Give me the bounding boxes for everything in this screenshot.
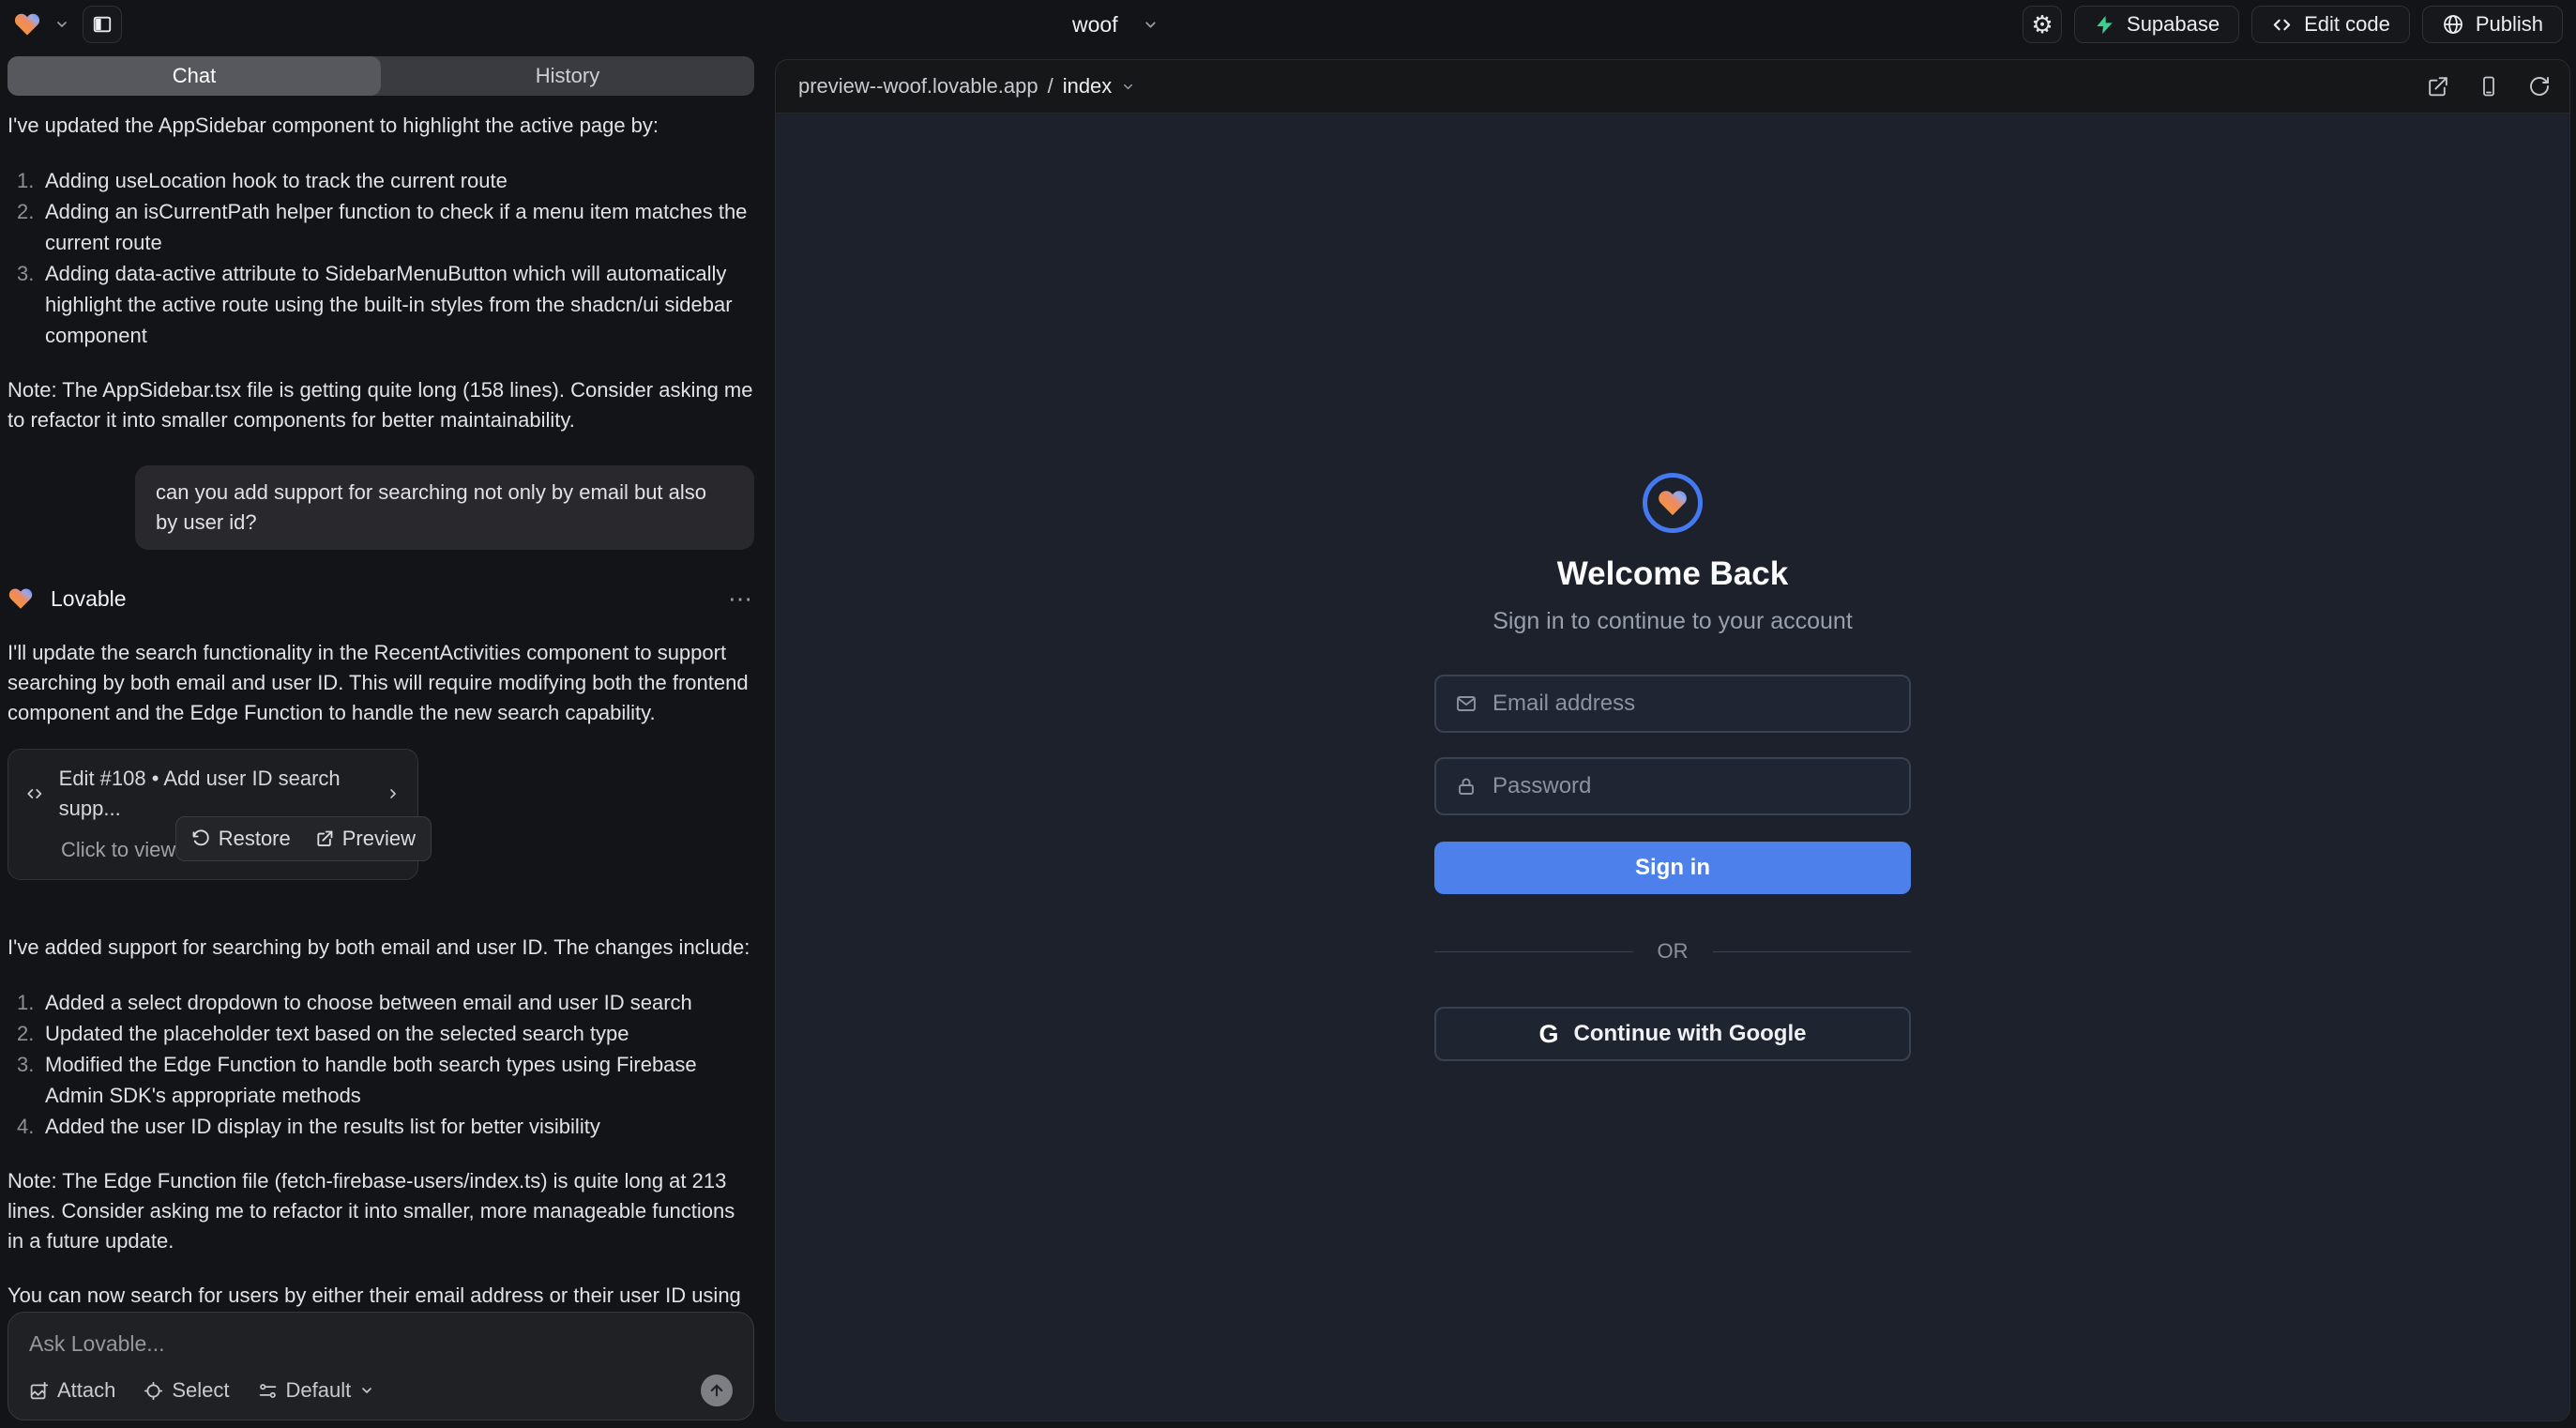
restore-icon bbox=[191, 829, 210, 848]
or-label: OR bbox=[1633, 939, 1713, 964]
user-message-bubble: can you add support for searching not on… bbox=[135, 465, 754, 550]
sidebar-toggle-button[interactable] bbox=[83, 6, 122, 43]
app-logo-ring bbox=[1643, 473, 1703, 533]
welcome-subtitle: Sign in to continue to your account bbox=[1493, 608, 1853, 635]
panel-left-icon bbox=[92, 14, 113, 35]
google-g-icon: G bbox=[1539, 1020, 1559, 1049]
lock-icon bbox=[1455, 775, 1477, 798]
project-chevron-down-icon bbox=[1143, 17, 1159, 33]
preview-header: preview--woof.lovable.app / index bbox=[776, 60, 2569, 114]
assistant-message-intro: I've updated the AppSidebar component to… bbox=[8, 111, 754, 141]
sliders-icon bbox=[258, 1381, 278, 1401]
edit-card-actions: Restore Preview bbox=[175, 816, 432, 861]
signin-button[interactable]: Sign in bbox=[1434, 842, 1911, 894]
list-item: Updated the placeholder text based on th… bbox=[8, 1018, 754, 1049]
edit-code-button[interactable]: Edit code bbox=[2251, 6, 2410, 43]
message-menu-ellipsis-icon[interactable]: ⋯ bbox=[728, 584, 754, 614]
preview-page: index bbox=[1063, 74, 1113, 99]
project-switcher[interactable]: woof bbox=[1072, 0, 1159, 49]
attach-button[interactable]: Attach bbox=[29, 1378, 115, 1403]
preview-panel: preview--woof.lovable.app / index bbox=[775, 59, 2570, 1421]
restore-button[interactable]: Restore bbox=[191, 824, 291, 854]
refresh-icon[interactable] bbox=[2528, 75, 2551, 98]
mobile-view-icon[interactable] bbox=[2478, 75, 2500, 98]
select-target-icon bbox=[144, 1381, 163, 1401]
list-item: Added the user ID display in the results… bbox=[8, 1111, 754, 1142]
welcome-title: Welcome Back bbox=[1557, 555, 1788, 593]
topbar: woof ⚙ Supabase Edit code Publish bbox=[0, 0, 2576, 49]
chevron-right-icon bbox=[386, 785, 401, 802]
assistant-message-outro: You can now search for users by either t… bbox=[8, 1281, 754, 1312]
assistant-message-note: Note: The AppSidebar.tsx file is getting… bbox=[8, 375, 754, 435]
assistant-message-header: Lovable ⋯ bbox=[8, 584, 754, 614]
lovable-avatar-heart-icon bbox=[8, 585, 34, 612]
arrow-up-icon bbox=[708, 1382, 725, 1399]
list-item: Modified the Edge Function to handle bot… bbox=[8, 1049, 754, 1111]
chat-panel: Chat History I've updated the AppSidebar… bbox=[0, 49, 762, 1428]
mode-selector[interactable]: Default bbox=[258, 1378, 375, 1403]
url-separator: / bbox=[1048, 74, 1053, 99]
globe-icon bbox=[2442, 13, 2464, 36]
email-input[interactable] bbox=[1493, 691, 1890, 717]
project-name: woof bbox=[1072, 12, 1118, 38]
preview-viewport: Welcome Back Sign in to continue to your… bbox=[776, 114, 2569, 1420]
assistant-message-note-2: Note: The Edge Function file (fetch-fire… bbox=[8, 1166, 754, 1256]
password-field-wrap bbox=[1434, 757, 1911, 815]
lovable-app-window: woof ⚙ Supabase Edit code Publish bbox=[0, 0, 2576, 1428]
list-item: Adding useLocation hook to track the cur… bbox=[8, 165, 754, 196]
edit-card-title: Edit #108 • Add user ID search supp... bbox=[59, 764, 371, 824]
signin-card: Welcome Back Sign in to continue to your… bbox=[1434, 473, 1911, 1061]
attach-image-icon bbox=[29, 1381, 49, 1401]
google-signin-button[interactable]: G Continue with Google bbox=[1434, 1007, 1911, 1061]
app-logo-heart-icon bbox=[1657, 487, 1689, 519]
publish-button[interactable]: Publish bbox=[2422, 6, 2563, 43]
open-in-new-tab-icon[interactable] bbox=[2426, 75, 2449, 99]
password-input[interactable] bbox=[1493, 773, 1890, 799]
settings-button[interactable]: ⚙ bbox=[2023, 6, 2062, 43]
select-button[interactable]: Select bbox=[144, 1378, 229, 1403]
chat-messages: I've updated the AppSidebar component to… bbox=[8, 96, 754, 1312]
preview-url-selector[interactable]: preview--woof.lovable.app / index bbox=[798, 74, 1135, 99]
list-item: Adding an isCurrentPath helper function … bbox=[8, 196, 754, 258]
email-field-wrap bbox=[1434, 675, 1911, 733]
chevron-down-icon bbox=[359, 1383, 374, 1398]
composer-placeholder[interactable]: Ask Lovable... bbox=[29, 1331, 733, 1357]
assistant-message-intro-2: I'll update the search functionality in … bbox=[8, 638, 754, 728]
tab-history[interactable]: History bbox=[381, 56, 754, 96]
or-divider: OR bbox=[1434, 939, 1911, 964]
email-icon bbox=[1455, 692, 1477, 715]
code-brackets-icon bbox=[2271, 14, 2293, 36]
preview-button[interactable]: Preview bbox=[315, 824, 416, 854]
supabase-bolt-icon bbox=[2094, 14, 2115, 36]
code-brackets-icon bbox=[25, 783, 44, 804]
assistant-message-list: Adding useLocation hook to track the cur… bbox=[8, 165, 754, 351]
lovable-logo-heart-icon[interactable] bbox=[13, 10, 41, 38]
assistant-message-list-2: Added a select dropdown to choose betwee… bbox=[8, 987, 754, 1142]
chat-history-tabs: Chat History bbox=[8, 56, 754, 96]
url-chevron-down-icon bbox=[1121, 80, 1135, 94]
external-link-icon bbox=[315, 829, 334, 848]
supabase-button[interactable]: Supabase bbox=[2074, 6, 2239, 43]
tab-chat[interactable]: Chat bbox=[8, 56, 381, 96]
list-item: Added a select dropdown to choose betwee… bbox=[8, 987, 754, 1018]
send-button[interactable] bbox=[701, 1375, 733, 1406]
assistant-message-summary: I've added support for searching by both… bbox=[8, 933, 754, 963]
logo-chevron-down-icon[interactable] bbox=[54, 17, 69, 32]
assistant-name: Lovable bbox=[51, 584, 127, 614]
gear-icon: ⚙ bbox=[2031, 12, 2053, 37]
chat-composer[interactable]: Ask Lovable... Attach Select Default bbox=[8, 1312, 754, 1420]
list-item: Adding data-active attribute to SidebarM… bbox=[8, 258, 754, 351]
preview-url: preview--woof.lovable.app bbox=[798, 74, 1038, 99]
